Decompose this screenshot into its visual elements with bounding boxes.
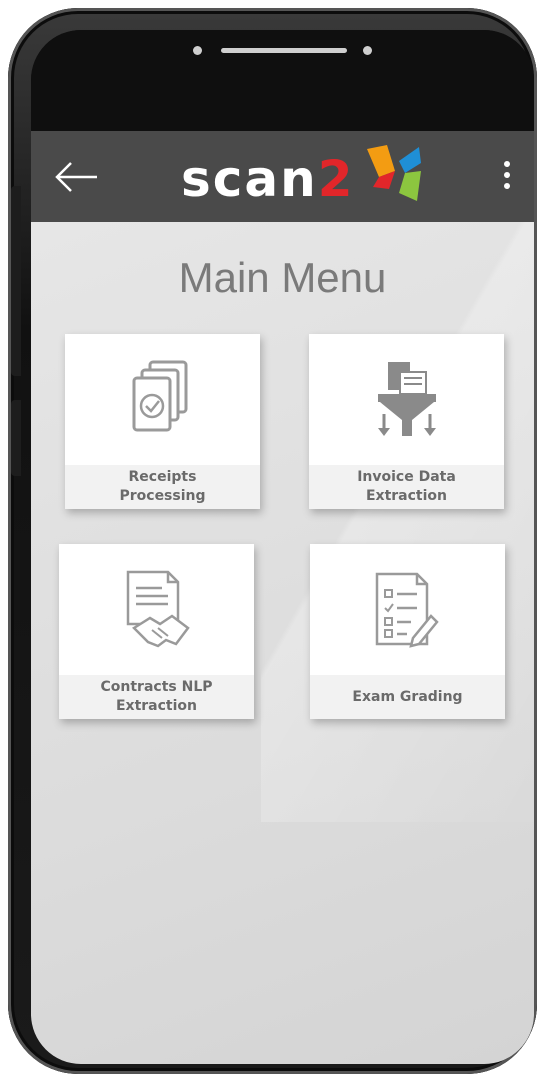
earpiece-speaker [221,48,347,53]
arrow-left-icon [55,162,97,192]
exam-checklist-icon [375,572,439,648]
overflow-menu-button[interactable] [500,161,514,197]
front-camera-dot-right [363,46,372,55]
phone-side-button-top [11,186,21,376]
main-content: Main Menu Receipts Processing Invoice Da… [31,222,534,1064]
screen-glare [261,222,534,822]
phone-frame: scan2 Main Menu Receipts Processing Invo… [8,8,537,1074]
phone-screen: scan2 Main Menu Receipts Processing Invo… [31,30,534,1064]
app-bar: scan2 [31,131,534,222]
card-contracts-nlp-extraction[interactable]: Contracts NLP Extraction [59,544,254,719]
logo-wordmark: scan2 [181,149,355,209]
card-exam-grading[interactable]: Exam Grading [310,544,505,719]
logo-arrows-icon [367,145,421,201]
card-invoice-data-extraction[interactable]: Invoice Data Extraction [309,334,504,509]
card-receipts-processing[interactable]: Receipts Processing [65,334,260,509]
card-label: Contracts NLP Extraction [59,675,254,719]
contract-handshake-icon [126,570,190,648]
back-button[interactable] [53,159,101,195]
card-label: Invoice Data Extraction [309,465,504,509]
kebab-dot [504,183,510,189]
phone-side-button-bottom [11,400,21,476]
kebab-dot [504,172,510,178]
kebab-dot [504,161,510,167]
logo-text-accent: 2 [317,150,355,208]
funnel-icon [378,362,436,436]
app-logo: scan2 [181,141,421,211]
card-label: Exam Grading [310,675,505,719]
status-bar-area [31,30,534,131]
page-title: Main Menu [178,254,387,301]
logo-text-main: scan [181,150,318,208]
front-camera-dot-left [193,46,202,55]
card-label: Receipts Processing [65,465,260,509]
receipts-icon [132,360,188,432]
